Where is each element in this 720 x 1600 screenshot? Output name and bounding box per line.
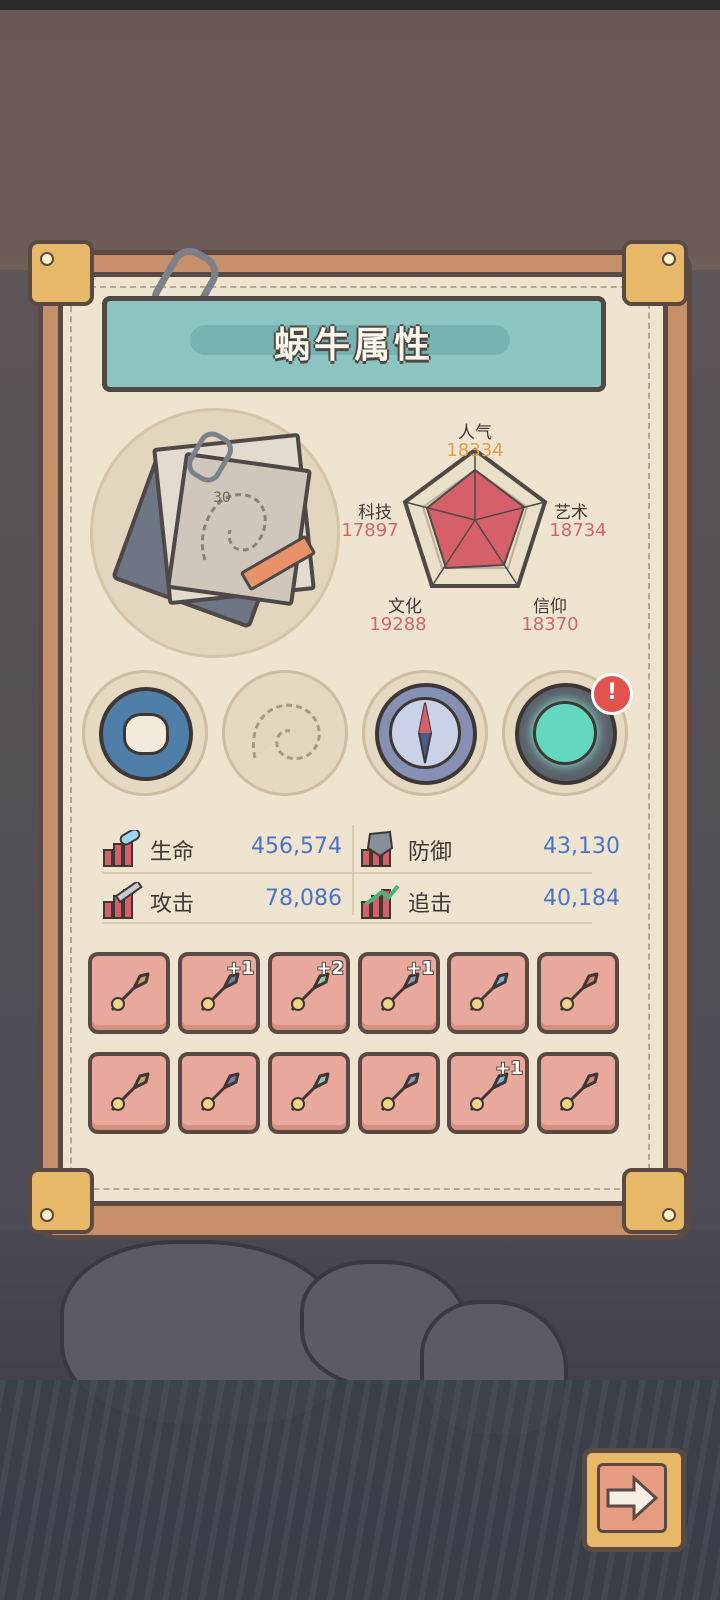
medallion-chomper[interactable]: [82, 670, 208, 796]
blue-sword-icon: [469, 972, 509, 1012]
equipment-slot[interactable]: +1: [447, 1052, 529, 1134]
attribute-label: 攻击: [150, 892, 195, 917]
attribute-row-health: 生命 456,574: [102, 830, 372, 870]
attribute-value: 456,574: [251, 834, 342, 859]
equipment-slot[interactable]: [447, 952, 529, 1034]
hook-icon: [200, 1072, 240, 1112]
mace-icon: [110, 972, 150, 1012]
equipment-slot[interactable]: [268, 1052, 350, 1134]
equipment-slot[interactable]: +1: [178, 952, 260, 1034]
spear-icon: [290, 1072, 330, 1112]
equipment-slot[interactable]: [178, 1052, 260, 1134]
enhance-level-badge: +1: [226, 958, 254, 979]
attribute-value: 78,086: [265, 886, 342, 911]
snail-shell-icon: [252, 703, 321, 760]
arrow-right-icon: [606, 1474, 659, 1522]
stat-value-culture: 19288: [369, 614, 427, 635]
glow-orb-icon: [533, 701, 597, 765]
svg-text:30: 30: [213, 490, 231, 506]
attribute-divider: [102, 922, 592, 924]
status-bar: [0, 0, 720, 10]
attribute-row-defense: 防御 43,130: [360, 830, 630, 870]
attribute-value: 40,184: [543, 886, 620, 911]
attribute-value: 43,130: [543, 834, 620, 859]
teeth-icon: [123, 713, 169, 755]
stat-value-faith: 18370: [521, 614, 579, 635]
corner-bracket-icon: [622, 1168, 688, 1234]
medallion-snail-shell[interactable]: [222, 670, 348, 796]
attribute-divider: [102, 872, 592, 874]
attribute-label: 防御: [408, 840, 453, 865]
stat-value-tech: 17897: [341, 520, 399, 541]
equipment-slot[interactable]: [537, 952, 619, 1034]
corner-bracket-icon: [28, 240, 94, 306]
equipment-slot[interactable]: +1: [358, 952, 440, 1034]
enhance-level-badge: +2: [316, 958, 344, 979]
notification-badge: !: [591, 673, 633, 715]
stat-value-art: 18734: [549, 520, 607, 541]
equipment-slot[interactable]: [88, 1052, 170, 1134]
panel-title: 蜗牛属性: [273, 325, 434, 366]
pursuit-icon: [361, 884, 400, 919]
equipment-slot[interactable]: [88, 952, 170, 1034]
attribute-label: 生命: [150, 840, 195, 865]
next-button[interactable]: [582, 1448, 686, 1552]
corner-bracket-icon: [622, 240, 688, 306]
stat-value-popularity: 18334: [446, 440, 504, 461]
cloak-icon: [110, 1072, 150, 1112]
enhance-level-badge: +1: [495, 1058, 523, 1079]
equipment-slot[interactable]: +2: [268, 952, 350, 1034]
next-button-face: [597, 1463, 667, 1533]
attribute-row-attack: 攻击 78,086: [102, 882, 372, 922]
armor-icon: [380, 1072, 420, 1112]
health-icon: [103, 830, 141, 867]
compass-needle-icon: [417, 702, 433, 764]
helmet-icon: [559, 1072, 599, 1112]
attribute-row-pursuit: 追击 40,184: [360, 882, 630, 922]
attribute-label: 追击: [408, 892, 453, 917]
equipment-slot[interactable]: [358, 1052, 440, 1134]
enhance-level-badge: +1: [406, 958, 434, 979]
attack-icon: [103, 882, 143, 919]
medallion-compass[interactable]: [362, 670, 488, 796]
background-sky: [0, 10, 720, 270]
equipment-slot[interactable]: [537, 1052, 619, 1134]
rocket-blade-icon: [559, 972, 599, 1012]
corner-bracket-icon: [28, 1168, 94, 1234]
defense-icon: [361, 830, 394, 867]
